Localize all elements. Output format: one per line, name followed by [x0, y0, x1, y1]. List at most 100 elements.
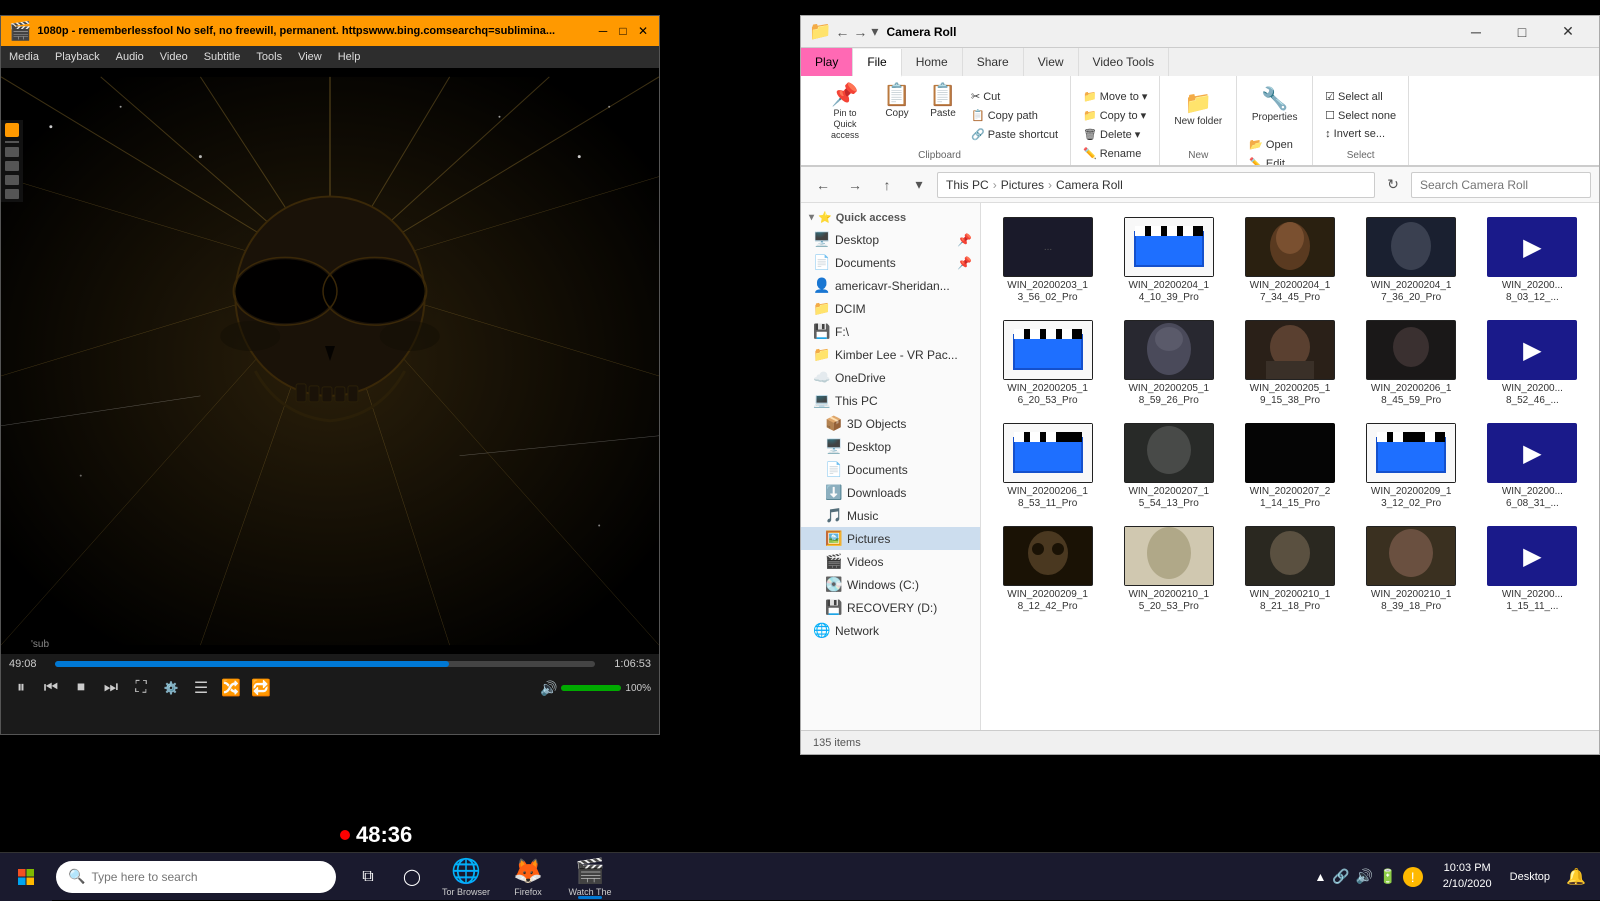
file-item[interactable]: ▶ WIN_20200...8_52_46_... [1474, 314, 1591, 413]
show-desktop-button[interactable]: Desktop [1504, 871, 1556, 883]
file-item[interactable]: ▶ WIN_20200...8_03_12_... [1474, 211, 1591, 310]
sidebar-item-documents[interactable]: 📄 Documents 📌 [801, 251, 980, 274]
taskbar-app-tor[interactable]: 🌐 Tor Browser [436, 853, 496, 901]
select-none-button[interactable]: ☐ Select none [1321, 107, 1400, 124]
file-item[interactable]: WIN_20200209_18_12_42_Pro [989, 520, 1106, 619]
taskbar-app-firefox[interactable]: 🦊 Firefox [498, 853, 558, 901]
vlc-menu-playback[interactable]: Playback [51, 49, 104, 65]
file-item[interactable]: WIN_20200210_18_39_18_Pro [1353, 520, 1470, 619]
vlc-sidebar-item5[interactable] [5, 189, 19, 199]
file-item[interactable]: WIN_20200207_21_14_15_Pro [1231, 417, 1348, 516]
nav-up-button[interactable]: ↑ [873, 171, 901, 199]
vlc-menu-audio[interactable]: Audio [112, 49, 148, 65]
explorer-close-button[interactable]: ✕ [1545, 16, 1591, 48]
sidebar-item-f[interactable]: 💾 F:\ [801, 320, 980, 343]
paste-button[interactable]: 📋 Paste [921, 80, 965, 124]
ribbon-tab-file[interactable]: File [853, 49, 901, 77]
vlc-next-button[interactable]: ⏭ [99, 676, 123, 700]
tray-volume-icon[interactable]: 🔊 [1356, 868, 1373, 885]
nav-back-button[interactable]: ← [809, 171, 837, 199]
task-view-button[interactable]: ⧉ [348, 857, 388, 897]
file-item[interactable]: WIN_20200205_19_15_38_Pro [1231, 314, 1348, 413]
explorer-maximize-button[interactable]: □ [1499, 16, 1545, 48]
taskbar-app-vlc[interactable]: 🎬 Watch The [560, 853, 620, 901]
vlc-minimize-button[interactable]: ─ [595, 23, 611, 39]
taskbar-clock[interactable]: 10:03 PM 2/10/2020 [1435, 861, 1500, 892]
file-item[interactable]: WIN_20200204_17_36_20_Pro [1353, 211, 1470, 310]
cut-button[interactable]: ✂ Cut [967, 88, 1062, 105]
vlc-menu-view[interactable]: View [294, 49, 326, 65]
file-item[interactable]: WIN_20200209_13_12_02_Pro [1353, 417, 1470, 516]
ribbon-tab-videotools[interactable]: Video Tools [1079, 48, 1170, 76]
sidebar-item-dcim[interactable]: 📁 DCIM [801, 297, 980, 320]
nav-down-button[interactable]: ▾ [905, 171, 933, 199]
toolbar-back-btn[interactable]: ← [835, 24, 849, 40]
vlc-sidebar-item3[interactable] [5, 161, 19, 171]
vlc-extended-button[interactable]: ⚙️ [159, 676, 183, 700]
pin-quickaccess-button[interactable]: 📌 Pin to Quickaccess [817, 80, 873, 144]
start-button[interactable] [0, 853, 52, 901]
sidebar-item-downloads[interactable]: ⬇️ Downloads [801, 481, 980, 504]
vlc-volume-bar[interactable] [561, 685, 621, 691]
file-item[interactable]: ▶ WIN_20200...1_15_11_... [1474, 520, 1591, 619]
vlc-playlist-button[interactable]: ☰ [189, 676, 213, 700]
file-item[interactable]: WIN_20200206_18_53_11_Pro [989, 417, 1106, 516]
file-item[interactable]: WIN_20200204_17_34_45_Pro [1231, 211, 1348, 310]
vlc-sidebar-item[interactable] [5, 123, 19, 137]
properties-button[interactable]: 🔧 Properties [1245, 84, 1304, 128]
sidebar-item-3dobjects[interactable]: 📦 3D Objects [801, 412, 980, 435]
vlc-pause-button[interactable]: ⏸ [9, 676, 33, 700]
edit-button[interactable]: ✏️ Edit [1245, 155, 1304, 166]
tray-expand-button[interactable]: ▲ [1315, 870, 1327, 884]
vlc-menu-media[interactable]: Media [5, 49, 43, 65]
copy-path-button[interactable]: 📋 Copy path [967, 107, 1062, 124]
nav-forward-button[interactable]: → [841, 171, 869, 199]
ribbon-tab-view[interactable]: View [1024, 48, 1079, 76]
select-all-button[interactable]: ☑ Select all [1321, 88, 1400, 105]
sidebar-item-desktop2[interactable]: 🖥️ Desktop [801, 435, 980, 458]
sidebar-item-documents2[interactable]: 📄 Documents [801, 458, 980, 481]
file-item[interactable]: WIN_20200205_18_59_26_Pro [1110, 314, 1227, 413]
vlc-random-button[interactable]: 🔁 [249, 676, 273, 700]
vlc-fullscreen-button[interactable]: ⛶ [129, 676, 153, 700]
refresh-button[interactable]: ↻ [1379, 171, 1407, 199]
new-folder-button[interactable]: 📁 New folder [1168, 88, 1228, 132]
vlc-stop-button[interactable]: ⏹ [69, 676, 93, 700]
vlc-loop-button[interactable]: 🔀 [219, 676, 243, 700]
file-item[interactable]: WIN_20200210_18_21_18_Pro [1231, 520, 1348, 619]
vlc-maximize-button[interactable]: □ [615, 23, 631, 39]
file-item[interactable]: ▶ WIN_20200...6_08_31_... [1474, 417, 1591, 516]
file-item[interactable]: WIN_20200210_15_20_53_Pro [1110, 520, 1227, 619]
cortana-button[interactable]: ◯ [392, 857, 432, 897]
sidebar-item-windows-c[interactable]: 💽 Windows (C:) [801, 573, 980, 596]
sidebar-item-americavr[interactable]: 👤 americavr-Sheridan... [801, 274, 980, 297]
move-to-button[interactable]: 📁 Move to ▾ [1079, 88, 1151, 105]
vlc-volume-icon[interactable]: 🔊 [540, 680, 557, 697]
sidebar-item-desktop[interactable]: 🖥️ Desktop 📌 [801, 228, 980, 251]
rename-button[interactable]: ✏️ Rename [1079, 145, 1151, 162]
sidebar-item-kimber[interactable]: 📁 Kimber Lee - VR Pac... [801, 343, 980, 366]
file-item[interactable]: WIN_20200205_16_20_53_Pro [989, 314, 1106, 413]
sidebar-item-onedrive[interactable]: ☁️ OneDrive [801, 366, 980, 389]
vlc-menu-tools[interactable]: Tools [252, 49, 286, 65]
tray-network-icon[interactable]: 🔗 [1332, 868, 1349, 885]
ribbon-tab-play[interactable]: Play [801, 48, 853, 76]
ribbon-tab-home[interactable]: Home [902, 48, 963, 76]
vlc-close-button[interactable]: ✕ [635, 23, 651, 39]
invert-selection-button[interactable]: ↕ Invert se... [1321, 126, 1400, 142]
notification-button[interactable]: 🔔 [1560, 861, 1592, 893]
quick-access-header[interactable]: ▾ ⭐ Quick access [801, 207, 980, 228]
sidebar-item-network[interactable]: 🌐 Network [801, 619, 980, 642]
delete-button[interactable]: 🗑 Delete ▾ [1079, 126, 1151, 143]
taskbar-search-input[interactable] [91, 870, 324, 884]
ribbon-tab-share[interactable]: Share [963, 48, 1024, 76]
toolbar-down-btn[interactable]: ▾ [871, 23, 878, 40]
vlc-menu-subtitle[interactable]: Subtitle [200, 49, 245, 65]
vlc-menu-help[interactable]: Help [334, 49, 365, 65]
toolbar-forward-btn[interactable]: → [853, 24, 867, 40]
vlc-prev-button[interactable]: ⏮ [39, 676, 63, 700]
explorer-minimize-button[interactable]: ─ [1453, 16, 1499, 48]
copy-to-button[interactable]: 📁 Copy to ▾ [1079, 107, 1151, 124]
paste-shortcut-button[interactable]: 🔗 Paste shortcut [967, 126, 1062, 143]
file-item[interactable]: WIN_20200207_15_54_13_Pro [1110, 417, 1227, 516]
